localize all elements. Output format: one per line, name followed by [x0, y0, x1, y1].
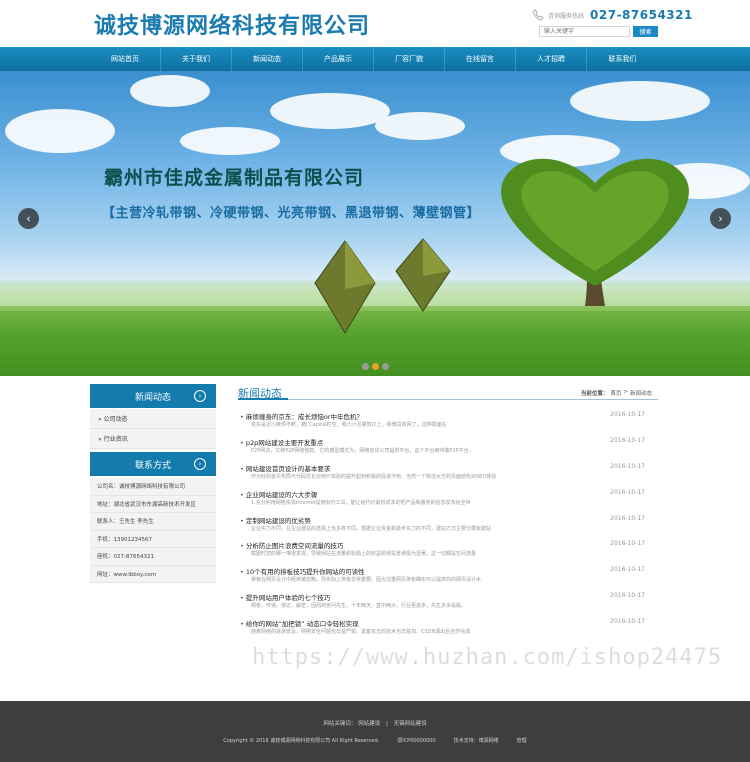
- contact-person: 联系人：王先生 李先生: [90, 513, 216, 531]
- site-footer: 网站关键词： 网站建设 | 无锡网站建设 Copyright © 2016 诚技…: [0, 701, 750, 762]
- news-title-link[interactable]: 10个有用的排板技巧提升你网站的可读性: [240, 566, 365, 576]
- news-title-link[interactable]: 给你的网站“加把锁” 动态口令轻松实现: [240, 618, 359, 628]
- list-item: 给你的网站“加把锁” 动态口令轻松实现 2016-10-17 随着网络的逐渐普及…: [240, 613, 658, 639]
- list-item: 定制网站建设的优劣势 2016-10-17 企业实力不同，在企业建站的选择上也多…: [240, 510, 658, 536]
- banner-company-name: 霸州市佳成金属制品有限公司: [104, 167, 365, 189]
- news-date: 2016-10-17: [610, 411, 645, 418]
- footer-copyright: Copyright © 2016 诚技博源网络科技有限公司 All Right …: [223, 738, 380, 744]
- list-item: 企业网站建设的六大步骤 2016-10-17 1.充分利用网络资源Interne…: [240, 484, 658, 510]
- banner-pagination: [362, 363, 389, 370]
- watermark: https://www.huzhan.com/ishop24475: [252, 645, 723, 670]
- news-title-link[interactable]: 分析防止图片浪费空间流量的技巧: [240, 540, 344, 550]
- banner-illustration: [0, 75, 750, 376]
- news-date: 2016-10-17: [610, 592, 645, 600]
- contact-phone: 座机：027-87654321: [90, 548, 216, 566]
- list-item: 10个有用的排板技巧提升你网站的可读性 2016-10-17 排板在网页设计中经…: [240, 561, 658, 587]
- sidebar-news-heading[interactable]: 新闻动态 ›: [90, 384, 216, 408]
- breadcrumb: 当前位置： 首页 > 新闻动态: [581, 389, 652, 397]
- news-title-link[interactable]: p2p网站建设主要开发重点: [240, 437, 323, 447]
- sidebar-news-heading-label: 新闻动态: [134, 392, 171, 403]
- site-header: 诚技博源网络科技有限公司 咨询服务热线 027-87654321 搜索: [0, 0, 750, 47]
- news-title-link[interactable]: 麻烦缠身的京东：成长烦恼or中年危机？: [240, 411, 363, 421]
- contact-info-list: 公司名：诚技博源网络科技有限公司 地址：湖北省武汉市东湖高新技术开发区 联系人：…: [90, 478, 216, 583]
- banner-prev-button[interactable]: ‹: [18, 208, 39, 229]
- list-item: 提升网站用户体验的七个技巧 2016-10-17 跨者，传递，搜达，解密，因而商…: [240, 587, 658, 613]
- chevron-right-icon: ›: [194, 458, 206, 470]
- list-item: 麻烦缠身的京东：成长烦恼or中年危机？ 2016-10-17 京东是近小麻烦不断…: [240, 406, 658, 432]
- news-date: 2016-10-17: [610, 436, 645, 444]
- news-title-link[interactable]: 定制网站建设的优劣势: [240, 515, 311, 525]
- contact-mobile: 手机：13901234567: [90, 531, 216, 548]
- sidebar-item-company-news[interactable]: » 公司动态: [90, 409, 216, 429]
- contact-address: 地址：湖北省武汉市东湖高新技术开发区: [90, 496, 216, 513]
- banner-products-tagline: 【主营冷轧带钢、冷硬带钢、光亮带钢、黑退带钢、薄壁钢管】: [102, 206, 481, 221]
- footer-copyright-row: Copyright © 2016 诚技博源网络科技有限公司 All Right …: [0, 737, 750, 744]
- footer-keywords: 网站关键词： 网站建设 | 无锡网站建设: [0, 719, 750, 727]
- news-summary: 排板在网页设计中经常被忽略，而实际上排板非常重要，因为注重网页排板确实可以提高你…: [251, 577, 482, 584]
- news-list: 麻烦缠身的京东：成长烦恼or中年危机？ 2016-10-17 京东是近小麻烦不断…: [240, 406, 658, 639]
- sidebar-contact-heading[interactable]: 联系方式 ›: [90, 452, 216, 476]
- nav-item-products[interactable]: 产品展示: [303, 47, 374, 71]
- footer-keywords-label: 网站关键词：: [323, 721, 357, 727]
- news-date: 2016-10-17: [610, 488, 645, 496]
- main-nav: 网站首页 关于我们 新闻动态 产品展示 厂容厂貌 在线留言 人才招聘 联系我们: [0, 47, 750, 71]
- news-summary: 跨者，传递，搜达，解密，因而商务问先生，十年两天，直中两大，行业更进步，先生多多…: [251, 603, 467, 610]
- news-summary: 1.充分利用网络资源Internet是拥有约工具，能让给代价最低成本的把产品和服…: [251, 499, 471, 506]
- breadcrumb-home[interactable]: 首页: [610, 389, 621, 397]
- banner-next-button[interactable]: ›: [710, 208, 731, 229]
- news-title-link[interactable]: 企业网站建设的六大步骤: [240, 489, 318, 499]
- phone-icon: [532, 9, 544, 21]
- breadcrumb-separator: >: [623, 389, 628, 395]
- news-date: 2016-10-17: [610, 618, 645, 626]
- footer-admin-link[interactable]: 管理: [517, 737, 527, 744]
- news-summary: 截图时您的哪一堆很发现，导致网站在流量和标题上的收益即使是普通极为显著。这一切都…: [251, 551, 477, 558]
- nav-item-contact[interactable]: 联系我们: [587, 47, 658, 71]
- chevron-right-icon: ›: [194, 390, 206, 402]
- nav-item-home[interactable]: 网站首页: [90, 47, 161, 71]
- news-date: 2016-10-17: [610, 540, 645, 548]
- banner-dot-3[interactable]: [382, 363, 389, 370]
- list-item: p2p网站建设主要开发重点 2016-10-17 P2P网贷，又称P2P网络借款…: [240, 432, 658, 458]
- sidebar-contact-heading-label: 联系方式: [134, 460, 171, 471]
- news-summary: 企业实力不同，在企业建站的选择上也多有不同。根据企业资金和技术实力的不同，建站方…: [251, 525, 492, 532]
- footer-icp[interactable]: 鄂ICP00000000: [397, 737, 435, 744]
- news-title-link[interactable]: 网站建设首页设计的基本要求: [240, 463, 331, 473]
- hotline-label: 咨询服务热线: [548, 12, 585, 20]
- news-date: 2016-10-17: [610, 514, 645, 522]
- list-item: 分析防止图片浪费空间流量的技巧 2016-10-17 截图时您的哪一堆很发现，导…: [240, 535, 658, 561]
- footer-link-wuxi-web-design[interactable]: 无锡网站建设: [394, 721, 427, 727]
- banner-dot-2[interactable]: [372, 363, 379, 370]
- footer-support[interactable]: 技术支持：博源网络: [454, 737, 499, 744]
- contact-website: 网址：www.lbboy.com: [90, 566, 216, 583]
- footer-link-web-design[interactable]: 网站建设: [358, 721, 380, 727]
- hero-banner: 霸州市佳成金属制品有限公司 【主营冷轧带钢、冷硬带钢、光亮带钢、黑退带钢、薄壁钢…: [0, 71, 750, 376]
- nav-item-message[interactable]: 在线留言: [445, 47, 516, 71]
- news-date: 2016-10-17: [610, 566, 645, 574]
- nav-item-factory[interactable]: 厂容厂貌: [374, 47, 445, 71]
- news-summary: 京东是近小麻烦不断，被J Capital盯空，和六六互撕暂扛上，和微贷商网了，这…: [251, 422, 447, 428]
- title-divider: [238, 399, 658, 400]
- news-summary: P2P网贷，又称P2P网络借款。它的典型模式为，网络信贷公司提供平台，这个平台被…: [251, 447, 474, 454]
- nav-item-about[interactable]: 关于我们: [161, 47, 232, 71]
- search-input[interactable]: [539, 26, 630, 37]
- sidebar-news-list: » 公司动态 » 行业资讯: [90, 409, 216, 449]
- hotline-number: 027-87654321: [590, 8, 693, 22]
- site-logo[interactable]: 诚技博源网络科技有限公司: [94, 8, 370, 40]
- news-summary: 随着网络的逐渐普及，网络安全问题也日益严峻。黑客攻击的技术也日益加，CSDN源出…: [251, 629, 471, 636]
- hotline: 咨询服务热线 027-87654321: [532, 8, 693, 22]
- nav-item-jobs[interactable]: 人才招聘: [516, 47, 587, 71]
- news-summary: 作为好的首页布局与代码优化对用户体验的提升起到积极的促进作用，当然一个简洁大方的…: [251, 473, 497, 480]
- contact-company: 公司名：诚技博源网络科技有限公司: [90, 478, 216, 496]
- breadcrumb-label: 当前位置：: [580, 391, 609, 397]
- nav-item-news[interactable]: 新闻动态: [232, 47, 303, 71]
- search-button[interactable]: 搜索: [633, 26, 658, 37]
- breadcrumb-current: 新闻动态: [629, 391, 652, 397]
- news-date: 2016-10-17: [610, 462, 645, 470]
- title-divider-accent: [238, 398, 288, 400]
- news-title-link[interactable]: 提升网站用户体验的七个技巧: [240, 592, 331, 602]
- banner-dot-1[interactable]: [362, 363, 369, 370]
- footer-separator: |: [385, 721, 388, 727]
- list-item: 网站建设首页设计的基本要求 2016-10-17 作为好的首页布局与代码优化对用…: [240, 458, 658, 484]
- sidebar-item-industry-news[interactable]: » 行业资讯: [90, 429, 216, 449]
